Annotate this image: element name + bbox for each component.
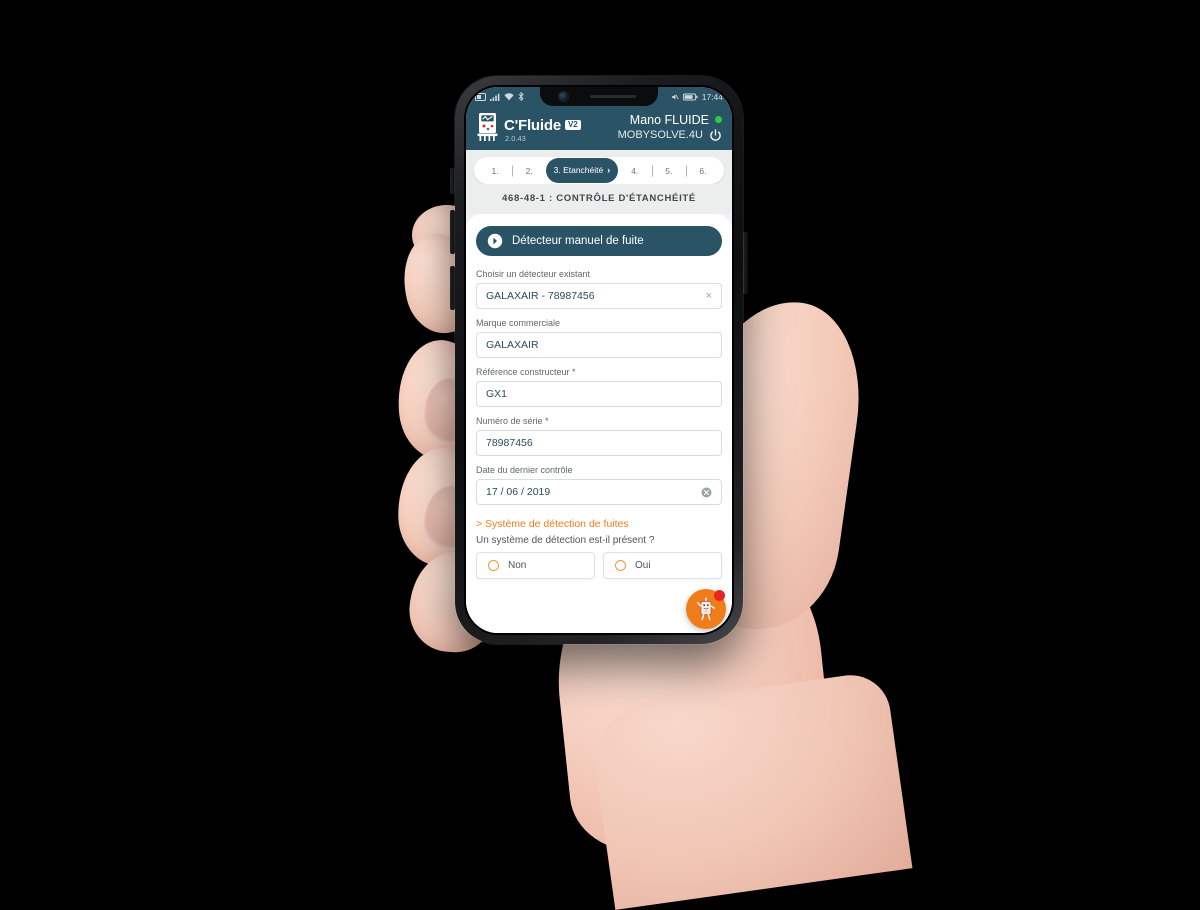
clear-circle-icon[interactable]: [701, 487, 712, 498]
field-label: Date du dernier contrôle: [476, 465, 573, 475]
wrist: [587, 670, 913, 910]
step-5-label: 5.: [665, 165, 673, 176]
step-4-label: 4.: [631, 165, 639, 176]
field-label: Choisir un détecteur existant: [476, 269, 591, 279]
field-value: 17 / 06 / 2019: [486, 486, 551, 498]
step-1-label: 1.: [491, 165, 499, 176]
detector-select-input[interactable]: GALAXAIR - 78987456 ×: [476, 283, 722, 309]
app-version: 2.0.43: [505, 133, 526, 143]
wifi-icon: [504, 92, 514, 100]
power-button[interactable]: [743, 232, 748, 294]
brand-name: C'Fluide: [504, 116, 561, 134]
field-serial-number: Numéro de série * 78987456: [476, 416, 722, 456]
measuring-device-icon: [477, 113, 498, 141]
online-status-dot: [715, 116, 722, 123]
step-5[interactable]: 5.: [652, 166, 686, 176]
page-title-zone: 468-48-1 : CONTRÔLE D'ÉTANCHÉITÉ: [466, 184, 732, 214]
phone-screen: 17:44 C'Fluide V2 2.0.43 Mano FLUIDE MOB…: [466, 87, 732, 633]
field-label: Marque commerciale: [476, 318, 561, 328]
chevron-right-circle-icon: [487, 233, 503, 249]
front-camera: [558, 92, 568, 101]
step-3-etancheite[interactable]: 3. Etanchéité ›: [546, 158, 618, 183]
field-manufacturer-ref: Référence constructeur * GX1: [476, 367, 722, 407]
user-info: Mano FLUIDE MOBYSOLVE.4U: [618, 113, 722, 142]
field-value: GALAXAIR: [486, 339, 539, 351]
radio-circle-icon: [488, 560, 499, 571]
step-6[interactable]: 6.: [686, 166, 720, 176]
step-3-label: 3. Etanchéité: [553, 165, 604, 175]
mute-icon: [671, 94, 679, 99]
radio-group-detection-system: Non Oui: [476, 552, 722, 579]
field-value: GX1: [486, 388, 508, 400]
radio-option-non[interactable]: Non: [476, 552, 595, 579]
form-content: Détecteur manuel de fuite Choisir un dét…: [466, 214, 732, 633]
radio-option-oui[interactable]: Oui: [603, 552, 722, 579]
sim-card-icon: [475, 92, 486, 101]
user-organization: MOBYSOLVE.4U: [617, 129, 703, 141]
step-2[interactable]: 2.: [512, 166, 546, 176]
radio-circle-icon: [615, 560, 626, 571]
close-x-icon[interactable]: ×: [706, 290, 712, 302]
serial-number-input[interactable]: 78987456: [476, 430, 722, 456]
field-value: 78987456: [486, 437, 533, 449]
bluetooth-icon: [518, 92, 524, 101]
app-header: C'Fluide V2 2.0.43 Mano FLUIDE MOBYSOLVE…: [466, 106, 732, 150]
assistant-fab-button[interactable]: [686, 589, 726, 629]
field-label: Numéro de série *: [476, 416, 549, 426]
status-bar-time: 17:44: [701, 91, 723, 102]
chevron-right-icon: ›: [607, 165, 611, 175]
manufacturer-ref-input[interactable]: GX1: [476, 381, 722, 407]
power-icon[interactable]: [709, 128, 722, 142]
page-title: 468-48-1 : CONTRÔLE D'ÉTANCHÉITÉ: [502, 193, 696, 204]
wizard-stepper: 1. 2. 3. Etanchéité › 4. 5. 6.: [474, 157, 724, 184]
step-4[interactable]: 4.: [618, 166, 652, 176]
phone-bezel: 17:44 C'Fluide V2 2.0.43 Mano FLUIDE MOB…: [464, 85, 734, 635]
last-control-date-input[interactable]: 17 / 06 / 2019: [476, 479, 722, 505]
section-header[interactable]: Détecteur manuel de fuite: [476, 226, 722, 256]
device-status-bar: 17:44: [466, 87, 732, 106]
field-last-control-date: Date du dernier contrôle 17 / 06 / 2019: [476, 465, 722, 505]
battery-icon: [682, 93, 698, 100]
subsection-title[interactable]: > Système de détection de fuites: [476, 518, 722, 530]
display-notch: [540, 87, 658, 106]
step-2-label: 2.: [525, 165, 533, 176]
step-6-label: 6.: [699, 165, 707, 176]
notification-badge: [714, 590, 725, 601]
field-value: GALAXAIR - 78987456: [486, 290, 595, 302]
step-1[interactable]: 1.: [478, 166, 512, 176]
field-detector-select: Choisir un détecteur existant GALAXAIR -…: [476, 269, 722, 309]
section-header-label: Détecteur manuel de fuite: [512, 235, 644, 247]
field-brand: Marque commerciale GALAXAIR: [476, 318, 722, 358]
assistant-robot-icon: [696, 597, 716, 621]
smartphone-frame: 17:44 C'Fluide V2 2.0.43 Mano FLUIDE MOB…: [455, 76, 743, 644]
radio-label: Non: [508, 560, 527, 571]
version-badge: V2: [564, 120, 581, 130]
stepper-zone: 1. 2. 3. Etanchéité › 4. 5. 6.: [466, 150, 732, 184]
radio-label: Oui: [635, 560, 651, 571]
app-logo[interactable]: C'Fluide V2 2.0.43: [476, 112, 581, 142]
signal-bars-icon: [490, 93, 500, 101]
question-label: Un système de détection est-il présent ?: [476, 535, 655, 546]
field-label: Référence constructeur *: [476, 367, 576, 377]
user-name: Mano FLUIDE: [629, 112, 709, 127]
brand-input[interactable]: GALAXAIR: [476, 332, 722, 358]
earpiece-speaker: [589, 94, 636, 99]
